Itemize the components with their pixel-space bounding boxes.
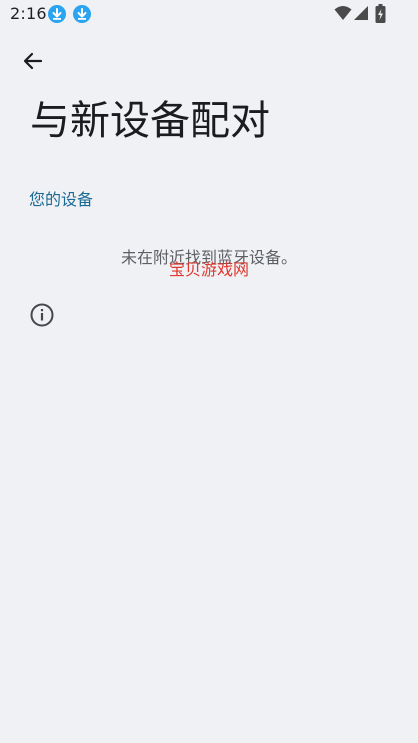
download-icon	[48, 5, 66, 23]
page-title: 与新设备配对	[30, 98, 270, 144]
battery-charging-icon	[375, 4, 386, 23]
status-bar: 2:16	[0, 0, 418, 28]
wifi-icon	[334, 6, 352, 20]
section-header-your-devices: 您的设备	[29, 190, 94, 209]
download-icon	[73, 5, 91, 23]
arrow-left-icon	[23, 52, 43, 70]
cellular-signal-icon	[354, 6, 368, 20]
status-time: 2:16	[10, 4, 47, 23]
watermark-text: 宝贝游戏网	[168, 260, 249, 279]
back-button[interactable]	[18, 46, 48, 76]
info-icon	[30, 303, 54, 327]
